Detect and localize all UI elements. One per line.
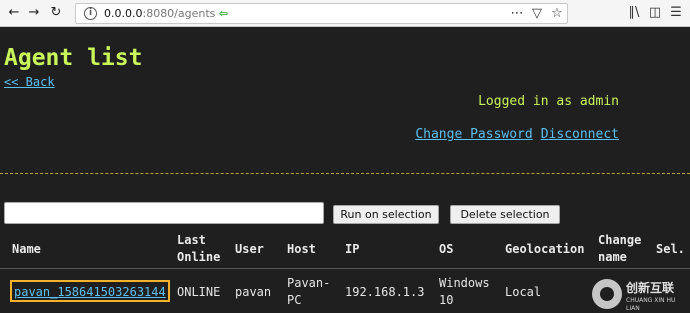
delete-selection-button[interactable]: Delete selection	[450, 205, 560, 224]
column-header-ip: IP	[345, 242, 360, 256]
command-input[interactable]	[4, 202, 324, 224]
column-header-change-name-line2: name	[598, 250, 627, 264]
address-bar[interactable]: i 0.0.0.0:8080/agents ⇦ ⋯ ▽ ☆	[75, 3, 568, 24]
star-icon[interactable]: ☆	[548, 5, 566, 23]
agent-name-link[interactable]: pavan_158641503263144	[10, 280, 170, 302]
info-icon[interactable]: i	[84, 7, 97, 20]
column-header-last-online: Last Online	[177, 232, 220, 266]
watermark-circle-icon	[592, 279, 622, 309]
table-header-rule	[0, 268, 690, 269]
url-host: 0.0.0.0	[104, 7, 143, 20]
sidebar-icon[interactable]: ◫	[646, 4, 664, 22]
column-header-geolocation: Geolocation	[505, 242, 585, 256]
column-header-select: Sel.	[656, 242, 685, 256]
column-header-last-online-line2: Online	[177, 250, 221, 264]
cell-host-line2: PC	[287, 293, 302, 307]
account-links: Change Password Disconnect	[415, 126, 619, 144]
cell-user: pavan	[235, 285, 272, 299]
url-path: :8080/agents	[142, 7, 216, 20]
forward-arrow-icon[interactable]: →	[26, 5, 42, 21]
watermark-logo: 创新互联 CHUANG XIN HU LIAN	[590, 277, 690, 313]
ellipsis-icon[interactable]: ⋯	[508, 5, 526, 23]
library-icon[interactable]: ∥\	[625, 4, 643, 22]
page-title: Agent list	[4, 45, 143, 71]
cell-os: Windows 10	[439, 275, 490, 309]
watermark-subtitle: CHUANG XIN HU LIAN	[626, 297, 676, 312]
column-header-last-online-line1: Last	[177, 233, 206, 247]
watermark-brand: 创新互联	[626, 281, 675, 295]
url-text[interactable]: 0.0.0.0:8080/agents ⇦	[104, 6, 228, 22]
cell-os-line2: 10	[439, 293, 454, 307]
browser-toolbar: ← → ↻ i 0.0.0.0:8080/agents ⇦ ⋯ ▽ ☆ ∥\ ◫…	[0, 0, 690, 27]
cell-last-online: ONLINE	[177, 285, 221, 299]
column-header-os: OS	[439, 242, 454, 256]
cell-os-line1: Windows	[439, 276, 490, 290]
run-on-selection-button[interactable]: Run on selection	[333, 205, 439, 224]
back-link[interactable]: << Back	[4, 74, 55, 90]
cell-host: Pavan- PC	[287, 275, 330, 309]
reload-icon[interactable]: ↻	[48, 5, 64, 21]
pocket-icon[interactable]: ▽	[528, 5, 546, 23]
change-password-link[interactable]: Change Password	[415, 127, 532, 142]
cell-geolocation: Local	[505, 285, 542, 299]
logged-in-status: Logged in as admin	[478, 94, 619, 109]
disconnect-link[interactable]: Disconnect	[541, 127, 619, 142]
green-arrow-icon: ⇦	[218, 7, 229, 20]
column-header-host: Host	[287, 242, 316, 256]
cell-host-line1: Pavan-	[287, 276, 331, 290]
back-arrow-icon[interactable]: ←	[6, 5, 22, 21]
page-content: Agent list << Back Logged in as admin Ch…	[0, 28, 690, 313]
cell-ip: 192.168.1.3	[345, 285, 425, 299]
dashed-divider	[0, 173, 690, 174]
column-header-change-name-line1: Change	[598, 233, 642, 247]
column-header-name: Name	[12, 242, 41, 256]
hamburger-icon[interactable]: ☰	[667, 4, 685, 22]
column-header-change-name: Change name	[598, 232, 641, 266]
column-header-user: User	[235, 242, 264, 256]
